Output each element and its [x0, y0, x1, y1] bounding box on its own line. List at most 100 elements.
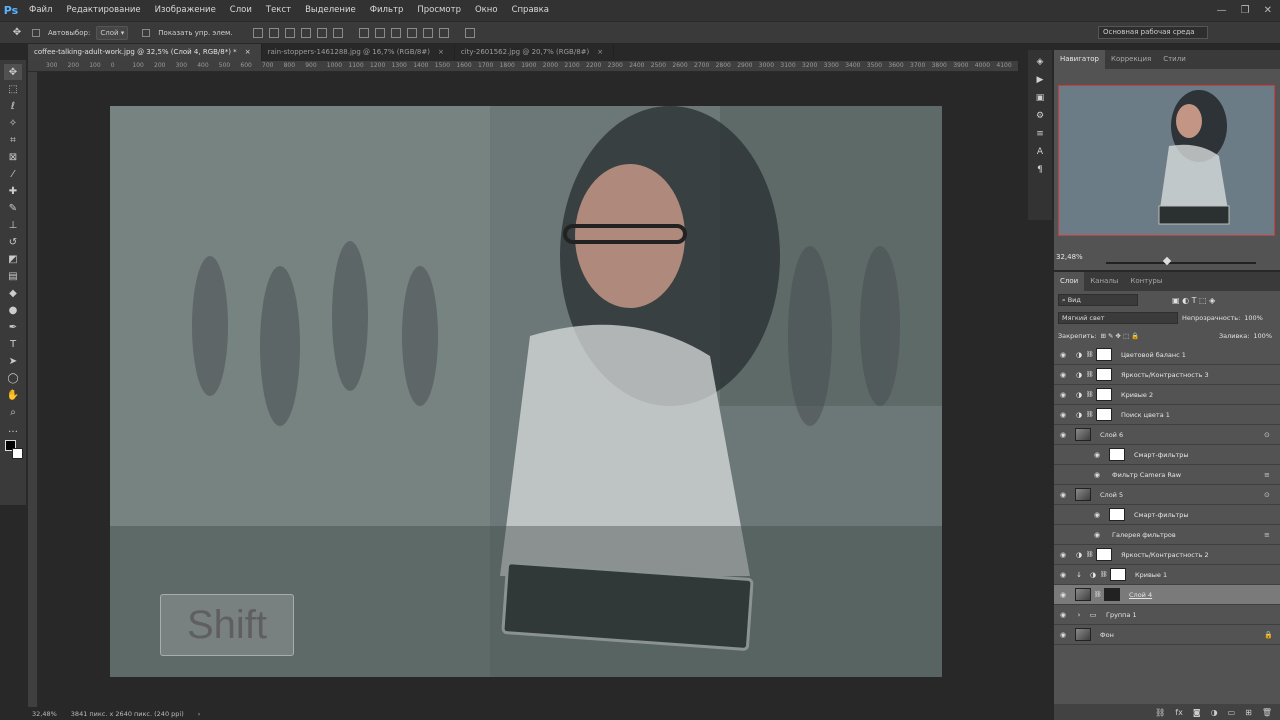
tab-city[interactable]: city-2601562.jpg @ 20,7% (RGB/8#) × — [455, 44, 615, 61]
tab-layers[interactable]: Слои — [1054, 272, 1085, 291]
fx-icon[interactable]: fx — [1175, 708, 1183, 717]
navigator-zoom-slider[interactable] — [1106, 262, 1256, 264]
group-1[interactable]: ◉ › ▭ Группа 1 — [1054, 605, 1280, 625]
eye-icon[interactable]: ◉ — [1054, 351, 1072, 359]
smart-filters-row[interactable]: ◉ Смарт-фильтры — [1054, 505, 1280, 525]
crop-icon[interactable]: ⌗ — [4, 132, 22, 148]
menu-help[interactable]: Справка — [505, 0, 556, 21]
more-tools-icon[interactable]: … — [4, 421, 22, 437]
move-tool-icon[interactable]: ✥ — [8, 25, 26, 41]
menu-image[interactable]: Изображение — [148, 0, 223, 21]
eye-icon[interactable]: ◉ — [1088, 511, 1106, 519]
path-select-icon[interactable]: ➤ — [4, 353, 22, 369]
hand-icon[interactable]: ✋ — [4, 387, 22, 403]
eye-icon[interactable]: ◉ — [1054, 551, 1072, 559]
tab-close-icon[interactable]: × — [438, 44, 444, 61]
tab-close-icon[interactable]: × — [597, 44, 603, 61]
color-swatches[interactable] — [5, 440, 25, 462]
layer-brightness-2[interactable]: ◉ ◑ ⛓ Яркость/Контрастность 2 — [1054, 545, 1280, 565]
menu-view[interactable]: Просмотр — [410, 0, 468, 21]
dodge-icon[interactable]: ● — [4, 302, 22, 318]
blend-mode-dropdown[interactable]: Мягкий свет — [1058, 312, 1178, 324]
layer-color-balance[interactable]: ◉ ◑ ⛓ Цветовой баланс 1 — [1054, 345, 1280, 365]
eye-icon[interactable]: ◉ — [1088, 451, 1106, 459]
character-icon[interactable]: A — [1034, 146, 1046, 158]
fill-value[interactable]: 100% — [1253, 332, 1272, 340]
expand-arrow-icon[interactable]: › — [1072, 611, 1086, 619]
type-icon[interactable]: T — [4, 336, 22, 352]
workspace-dropdown[interactable]: Основная рабочая среда — [1098, 26, 1208, 39]
new-group-icon[interactable]: ▭ — [1228, 708, 1236, 717]
menu-window[interactable]: Окно — [468, 0, 505, 21]
status-menu-icon[interactable]: › — [198, 710, 201, 718]
minimize-icon[interactable]: — — [1217, 5, 1227, 16]
restore-icon[interactable]: ❐ — [1241, 5, 1250, 16]
distribute-vcenter-icon[interactable] — [374, 27, 385, 38]
tab-rain[interactable]: rain-stoppers-1461288.jpg @ 16,7% (RGB/8… — [262, 44, 455, 61]
filter-options-icon[interactable]: ≡ — [1264, 531, 1280, 539]
tab-channels[interactable]: Каналы — [1084, 272, 1124, 291]
layer-color-lookup[interactable]: ◉ ◑ ⛓ Поиск цвета 1 — [1054, 405, 1280, 425]
auto-align-icon[interactable] — [464, 27, 475, 38]
magic-wand-icon[interactable]: ✧ — [4, 115, 22, 131]
vertical-ruler[interactable] — [28, 72, 38, 707]
layer-6[interactable]: ◉ Слой 6 ⊙ — [1054, 425, 1280, 445]
distribute-top-icon[interactable] — [358, 27, 369, 38]
actions-play-icon[interactable]: ▶ — [1034, 74, 1046, 86]
eye-icon[interactable]: ◉ — [1054, 571, 1072, 579]
stamp-icon[interactable]: ⊥ — [4, 217, 22, 233]
eye-icon[interactable]: ◉ — [1054, 491, 1072, 499]
eye-icon[interactable]: ◉ — [1054, 591, 1072, 599]
zoom-icon[interactable]: ⌕ — [4, 404, 22, 420]
layer-5[interactable]: ◉ Слой 5 ⊙ — [1054, 485, 1280, 505]
tab-navigator[interactable]: Навигатор — [1054, 50, 1105, 69]
eye-icon[interactable]: ◉ — [1054, 371, 1072, 379]
paragraph-icon[interactable]: ¶ — [1034, 164, 1046, 176]
history-icon[interactable]: ◈ — [1034, 56, 1046, 68]
menu-select[interactable]: Выделение — [298, 0, 363, 21]
menu-edit[interactable]: Редактирование — [59, 0, 147, 21]
layer-filter-dropdown[interactable]: ⌕ Вид — [1058, 294, 1138, 306]
adjustments-icon[interactable]: ⚙ — [1034, 110, 1046, 122]
marquee-icon[interactable]: ⬚ — [4, 81, 22, 97]
tab-adjustments[interactable]: Коррекция — [1105, 50, 1157, 69]
pen-icon[interactable]: ✒ — [4, 319, 22, 335]
blur-icon[interactable]: ◆ — [4, 285, 22, 301]
add-mask-icon[interactable]: ◙ — [1193, 708, 1201, 717]
layer-brightness-3[interactable]: ◉ ◑ ⛓ Яркость/Контрастность 3 — [1054, 365, 1280, 385]
layer-background[interactable]: ◉ Фон 🔒 — [1054, 625, 1280, 645]
eye-icon[interactable]: ◉ — [1054, 431, 1072, 439]
frame-icon[interactable]: ⊠ — [4, 149, 22, 165]
filter-options-icon[interactable]: ≡ — [1264, 471, 1280, 479]
history-brush-icon[interactable]: ↺ — [4, 234, 22, 250]
brush-settings-icon[interactable]: ≡ — [1034, 128, 1046, 140]
healing-icon[interactable]: ✚ — [4, 183, 22, 199]
layer-curves-1[interactable]: ◉ ↓ ◑ ⛓ Кривые 1 — [1054, 565, 1280, 585]
align-left-icon[interactable] — [300, 27, 311, 38]
distribute-left-icon[interactable] — [406, 27, 417, 38]
distribute-hcenter-icon[interactable] — [422, 27, 433, 38]
distribute-bottom-icon[interactable] — [390, 27, 401, 38]
close-icon[interactable]: ✕ — [1264, 5, 1272, 16]
eye-icon[interactable]: ◉ — [1088, 471, 1106, 479]
show-controls-checkbox[interactable] — [142, 28, 151, 37]
align-bottom-icon[interactable] — [284, 27, 295, 38]
eye-icon[interactable]: ◉ — [1054, 411, 1072, 419]
align-top-icon[interactable] — [252, 27, 263, 38]
autoselect-checkbox[interactable] — [32, 28, 40, 37]
properties-icon[interactable]: ▣ — [1034, 92, 1046, 104]
align-right-icon[interactable] — [332, 27, 343, 38]
tab-styles[interactable]: Стили — [1157, 50, 1192, 69]
new-adjustment-icon[interactable]: ◑ — [1211, 708, 1218, 717]
tab-paths[interactable]: Контуры — [1124, 272, 1168, 291]
align-vcenter-icon[interactable] — [268, 27, 279, 38]
horizontal-ruler[interactable]: 300 200 100 0 100 200 300 400 500 600 700 800 900 100… — [28, 61, 1018, 72]
menu-file[interactable]: Файл — [22, 0, 59, 21]
navigator-thumbnail[interactable] — [1058, 85, 1275, 236]
tab-close-icon[interactable]: × — [245, 44, 251, 61]
brush-icon[interactable]: ✎ — [4, 200, 22, 216]
eye-icon[interactable]: ◉ — [1054, 391, 1072, 399]
shape-icon[interactable]: ◯ — [4, 370, 22, 386]
filter-icons[interactable]: ▣ ◐ T ⬚ ◈ — [1172, 296, 1215, 305]
eyedropper-icon[interactable]: ⁄ — [4, 166, 22, 182]
